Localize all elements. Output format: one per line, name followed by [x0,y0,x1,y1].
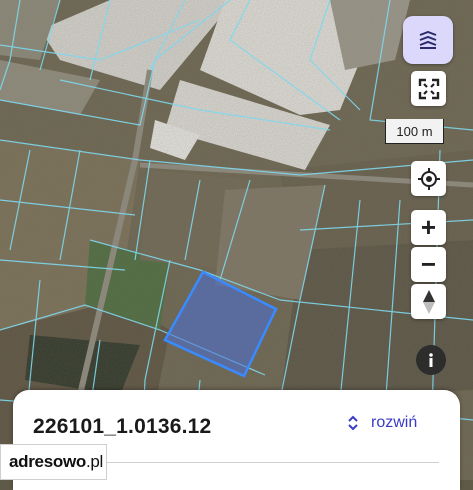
chevron-updown-icon [348,415,358,431]
expand-button[interactable]: rozwiń [348,414,417,432]
layers-icon [419,31,437,49]
locate-icon [417,167,440,190]
compass-button[interactable] [411,284,446,319]
fullscreen-icon [418,78,439,99]
expand-label: rozwiń [371,414,418,431]
locate-button[interactable] [411,161,446,196]
info-button[interactable] [416,345,446,375]
brand-logo[interactable]: adresowo .pl [0,444,107,480]
map-scale: 100 m [385,119,444,144]
compass-icon [422,289,435,314]
zoom-in-button[interactable]: + [411,210,446,245]
zoom-out-button[interactable]: − [411,247,446,282]
parcel-id: 226101_1.0136.12 [33,415,212,438]
minus-icon: − [420,249,437,279]
brand-name: adresowo [9,452,86,471]
info-icon [429,353,433,367]
plus-icon: + [420,212,437,242]
fullscreen-button[interactable] [411,71,446,106]
brand-suffix: .pl [85,452,104,471]
layers-button[interactable] [403,16,453,64]
